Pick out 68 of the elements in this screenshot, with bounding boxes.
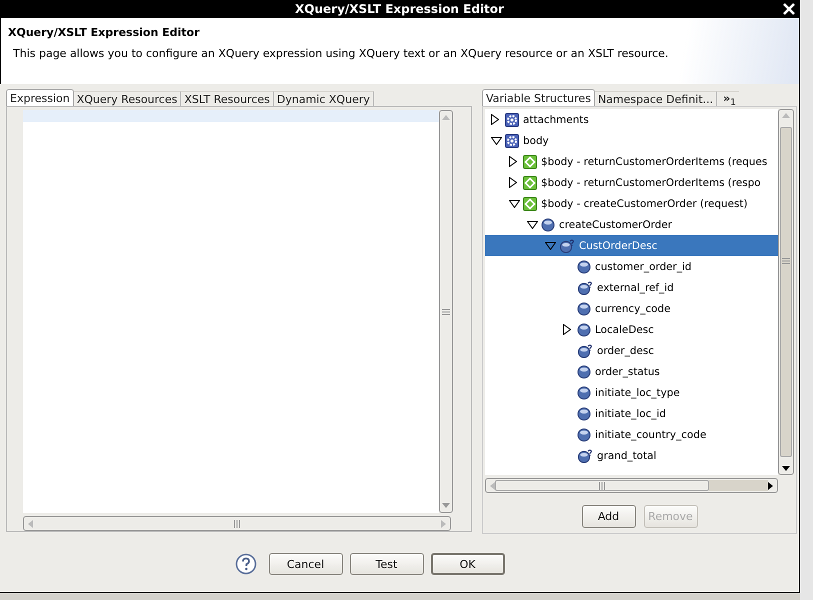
help-icon[interactable]	[234, 553, 256, 575]
tab[interactable]: XQuery Resources	[74, 91, 182, 106]
sphere-icon	[541, 218, 555, 232]
page-description: This page allows you to configure an XQuery expression using XQuery text or an XQuery resource or an XSLT resource.	[12, 47, 670, 60]
tab[interactable]: XSLT Resources	[181, 91, 274, 106]
tree-item[interactable]: attachments	[485, 109, 778, 130]
tab[interactable]: Expression	[6, 89, 74, 106]
message-icon	[523, 196, 537, 210]
expand-icon[interactable]	[491, 114, 499, 125]
tree-item[interactable]: order_desc	[485, 340, 778, 361]
vertical-scrollbar[interactable]	[439, 110, 453, 514]
gear-icon	[505, 112, 519, 126]
horizontal-scrollbar[interactable]	[485, 478, 778, 493]
grip-icon[interactable]	[599, 482, 605, 490]
tree-item[interactable]: currency_code	[485, 298, 778, 319]
tab[interactable]: Dynamic XQuery	[274, 91, 374, 106]
arrow-up-icon[interactable]	[782, 112, 790, 118]
arrow-down-icon[interactable]	[782, 466, 790, 472]
sphere-icon	[577, 386, 591, 400]
horizontal-scrollbar[interactable]	[23, 516, 451, 531]
tree-item[interactable]: $body - returnCustomerOrderItems (respo	[485, 172, 778, 193]
message-icon	[523, 176, 537, 190]
vertical-scrollbar[interactable]	[778, 109, 794, 475]
sphere-icon	[577, 322, 591, 336]
tree-item[interactable]: $body - returnCustomerOrderItems (reques	[485, 151, 778, 172]
tree-item[interactable]: customer_order_id	[485, 256, 778, 277]
message-icon	[523, 154, 537, 168]
expand-icon[interactable]	[509, 177, 517, 188]
gear-icon	[505, 134, 519, 148]
sphere-icon	[577, 428, 591, 442]
sphere-icon	[577, 260, 591, 274]
sphere-icon	[577, 302, 591, 316]
tree-item[interactable]: initiate_loc_type	[485, 382, 778, 403]
tree-item[interactable]: createCustomerOrder	[485, 214, 778, 235]
sphere-icon	[577, 364, 591, 378]
button[interactable]: Cancel	[268, 553, 342, 575]
tree-item[interactable]: initiate_loc_id	[485, 403, 778, 424]
button[interactable]: Test	[350, 553, 424, 575]
collapse-icon[interactable]	[527, 220, 538, 228]
scroll-thumb[interactable]	[495, 480, 709, 491]
scroll-thumb[interactable]	[780, 127, 792, 457]
page-title: XQuery/XSLT Expression Editor	[8, 26, 201, 39]
tab[interactable]: Namespace Definit...	[594, 91, 718, 106]
tree-item[interactable]: LocaleDesc	[485, 319, 778, 340]
more-tabs-button[interactable]: »$_{1}$	[717, 91, 739, 106]
sphere-icon	[577, 406, 591, 420]
window-title: XQuery/XSLT Expression Editor	[295, 2, 504, 16]
button[interactable]: Add	[582, 505, 636, 528]
grip-icon[interactable]	[234, 520, 240, 528]
tree-item[interactable]: CustOrderDesc	[485, 235, 778, 256]
tree-item[interactable]: initiate_country_code	[485, 424, 778, 445]
tree-item[interactable]: external_ref_id	[485, 277, 778, 298]
tab[interactable]: Variable Structures	[482, 89, 595, 106]
grip-icon[interactable]	[782, 258, 790, 264]
tree-item[interactable]: order_status	[485, 361, 778, 382]
arrow-left-icon[interactable]	[489, 482, 495, 490]
arrow-up-icon[interactable]	[442, 114, 450, 120]
tree-item[interactable]: grand_total	[485, 445, 778, 466]
expand-icon[interactable]	[509, 156, 517, 167]
tree-item[interactable]: body	[485, 130, 778, 151]
button[interactable]: OK	[430, 553, 504, 575]
collapse-icon[interactable]	[491, 136, 502, 144]
collapse-icon[interactable]	[509, 200, 520, 208]
expand-icon[interactable]	[563, 324, 571, 335]
arrow-left-icon[interactable]	[27, 520, 33, 528]
grip-icon[interactable]	[442, 308, 450, 315]
arrow-right-icon[interactable]	[768, 482, 774, 490]
tree-item[interactable]: $body - createCustomerOrder (request)	[485, 193, 778, 214]
